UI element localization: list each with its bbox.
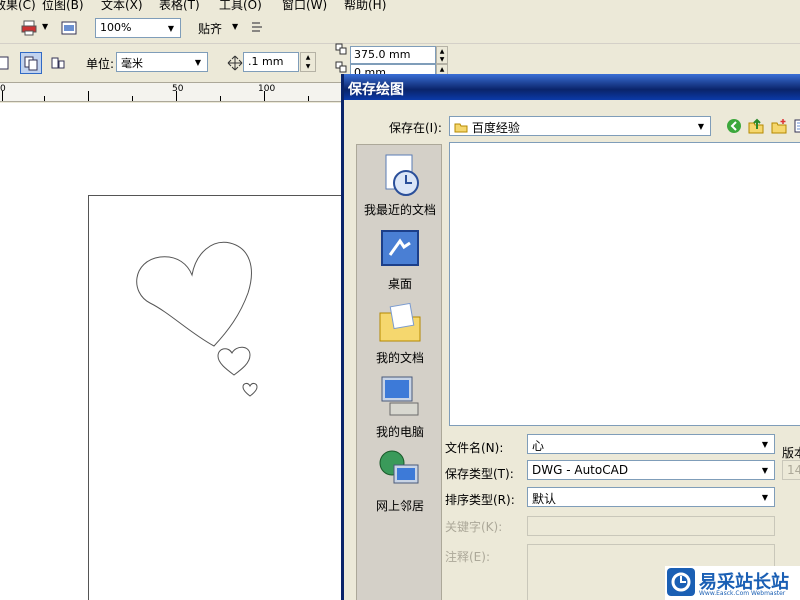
print-icon[interactable] <box>18 17 40 39</box>
version-select[interactable]: 14.0 <box>782 460 800 480</box>
chevron-down-icon: ▼ <box>761 492 769 502</box>
zoom-level-select[interactable]: 100% ▼ <box>95 18 181 38</box>
site-watermark: 易采站长站 Www.Easck.Com Webmaster <box>665 566 800 600</box>
folder-icon <box>454 121 468 135</box>
ruler-tick <box>44 96 45 101</box>
horizontal-ruler[interactable]: 0 50 100 <box>0 82 345 102</box>
current-page-icon[interactable] <box>47 52 69 74</box>
chevron-down-icon: ▼ <box>761 439 769 449</box>
save-in-select[interactable]: 百度经验 ▼ <box>449 116 711 136</box>
chevron-down-icon: ▼ <box>194 57 202 67</box>
place-desktop[interactable]: 桌面 <box>357 225 443 292</box>
units-value: 毫米 <box>121 57 143 70</box>
place-recent-documents[interactable]: 我最近的文档 <box>357 151 443 218</box>
units-select[interactable]: 毫米 ▼ <box>116 52 208 72</box>
notes-label: 注释(E): <box>445 550 490 564</box>
chevron-down-icon[interactable]: ▼ <box>232 22 238 31</box>
duplicate-distance-x-input[interactable]: 375.0 mm <box>350 46 436 64</box>
place-label: 我的文档 <box>375 351 424 365</box>
chevron-down-icon[interactable]: ▼ <box>42 22 48 31</box>
menu-tools[interactable]: 工具(O) <box>219 0 262 12</box>
nudge-distance-input[interactable]: .1 mm <box>243 52 299 72</box>
place-label: 我最近的文档 <box>363 203 436 217</box>
place-label: 网上邻居 <box>375 499 424 513</box>
menu-table[interactable]: 表格(T) <box>159 0 200 12</box>
publish-pdf-icon[interactable] <box>58 17 80 39</box>
save-drawing-dialog: 保存绘图 保存在(I): 百度经验 ▼ 我最近的文档 桌面 我的文档 我的电脑 … <box>341 74 800 600</box>
duplicate-x-value: 375.0 mm <box>354 48 411 61</box>
ruler-tick <box>88 91 89 101</box>
filename-label: 文件名(N): <box>445 441 504 455</box>
version-label: 版本 <box>782 446 800 460</box>
portrait-icon[interactable] <box>0 52 14 74</box>
keywords-label: 关键字(K): <box>445 520 503 534</box>
my-documents-icon <box>376 299 424 347</box>
chevron-down-icon: ▼ <box>761 465 769 475</box>
menu-bitmaps[interactable]: 位图(B) <box>42 0 84 12</box>
chevron-down-icon: ▼ <box>167 23 175 33</box>
file-list[interactable] <box>449 142 800 426</box>
my-computer-icon <box>376 373 424 421</box>
save-in-value: 百度经验 <box>471 121 520 135</box>
place-my-documents[interactable]: 我的文档 <box>357 299 443 366</box>
nudge-distance-value: .1 mm <box>248 55 284 68</box>
duplicate-x-icon <box>334 42 348 56</box>
duplicate-y-icon <box>334 60 348 74</box>
hearts-drawing <box>136 241 258 397</box>
recent-documents-icon <box>376 151 424 199</box>
zoom-level-value: 100% <box>100 21 132 34</box>
nudge-spinner[interactable]: ▲ ▼ <box>300 52 316 72</box>
ruler-tick <box>308 96 309 101</box>
all-pages-icon[interactable] <box>20 52 42 74</box>
large-heart-shape <box>136 241 252 347</box>
drawing-canvas[interactable] <box>0 103 348 600</box>
menu-bar: 效果(C) 位图(B) 文本(X) 表格(T) 工具(O) 窗口(W) 帮助(H… <box>0 0 800 12</box>
filetype-label: 保存类型(T): <box>445 467 514 481</box>
ruler-tick <box>132 96 133 101</box>
site-logo-icon <box>667 568 695 596</box>
menu-text[interactable]: 文本(X) <box>101 0 143 12</box>
desktop-icon <box>376 225 424 273</box>
sort-type-select[interactable]: 默认 ▼ <box>527 487 775 507</box>
small-heart-shape <box>242 383 258 397</box>
new-folder-icon[interactable] <box>770 117 788 135</box>
filetype-value: DWG - AutoCAD <box>532 463 629 477</box>
place-my-computer[interactable]: 我的电脑 <box>357 373 443 440</box>
ruler-label: 50 <box>172 84 184 94</box>
sort-type-label: 排序类型(R): <box>445 493 515 507</box>
sort-type-value: 默认 <box>532 492 557 506</box>
menu-help[interactable]: 帮助(H) <box>344 0 386 12</box>
filename-value: 心 <box>532 439 545 453</box>
place-label: 桌面 <box>387 277 412 291</box>
ruler-label: 0 <box>0 84 6 94</box>
filename-input[interactable]: 心 ▼ <box>527 434 775 454</box>
place-label: 我的电脑 <box>375 425 424 439</box>
filetype-select[interactable]: DWG - AutoCAD ▼ <box>527 460 775 480</box>
up-folder-icon[interactable] <box>747 117 765 135</box>
menu-window[interactable]: 窗口(W) <box>282 0 327 12</box>
save-in-label: 保存在(I): <box>389 121 442 135</box>
snap-to-button[interactable]: 贴齐 <box>198 20 222 37</box>
dialog-title[interactable]: 保存绘图 <box>344 74 800 100</box>
ruler-label: 100 <box>258 84 276 94</box>
place-network[interactable]: 网上邻居 <box>357 447 443 514</box>
watermark-url: Www.Easck.Com Webmaster <box>699 590 786 597</box>
places-bar: 我最近的文档 桌面 我的文档 我的电脑 网上邻居 <box>356 144 442 600</box>
duplicate-x-spinner[interactable]: ▲ ▼ <box>436 46 448 64</box>
back-icon[interactable] <box>725 117 743 135</box>
medium-heart-shape <box>217 346 251 376</box>
units-label: 单位: <box>86 57 115 71</box>
view-menu-icon[interactable] <box>793 117 800 135</box>
standard-toolbar: ▼ 100% ▼ 贴齐 ▼ <box>0 12 800 44</box>
options-icon[interactable] <box>246 17 268 39</box>
menu-effects[interactable]: 效果(C) <box>0 0 36 12</box>
keywords-input[interactable] <box>527 516 775 536</box>
network-places-icon <box>376 447 424 495</box>
version-value: 14.0 <box>787 463 800 477</box>
chevron-down-icon: ▼ <box>697 121 705 131</box>
ruler-tick <box>220 96 221 101</box>
